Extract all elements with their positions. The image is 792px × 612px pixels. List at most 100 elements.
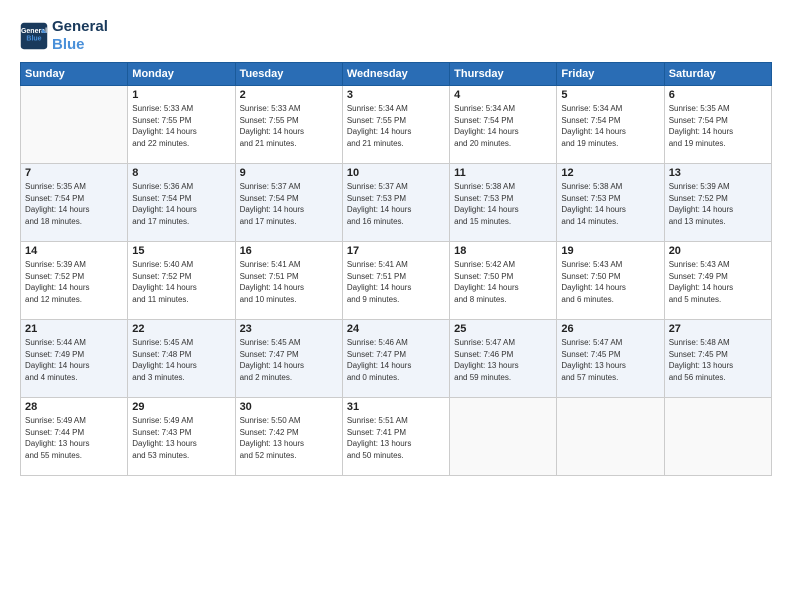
col-header-tuesday: Tuesday	[235, 63, 342, 86]
calendar-cell: 17 Sunrise: 5:41 AM Sunset: 7:51 PM Dayli…	[342, 242, 449, 320]
day-info: Sunrise: 5:50 AM Sunset: 7:42 PM Dayligh…	[240, 415, 338, 461]
day-info: Sunrise: 5:46 AM Sunset: 7:47 PM Dayligh…	[347, 337, 445, 383]
day-number: 14	[25, 245, 123, 257]
day-number: 26	[561, 323, 659, 335]
calendar-cell: 2 Sunrise: 5:33 AM Sunset: 7:55 PM Daylig…	[235, 86, 342, 164]
col-header-friday: Friday	[557, 63, 664, 86]
day-info: Sunrise: 5:41 AM Sunset: 7:51 PM Dayligh…	[240, 259, 338, 305]
calendar-cell: 5Sunrise: 5:34 AM Sunset: 7:54 PM Daylig…	[557, 86, 664, 164]
calendar-cell: 24Sunrise: 5:46 AM Sunset: 7:47 PM Dayli…	[342, 320, 449, 398]
day-info: Sunrise: 5:33 AM Sunset: 7:55 PM Dayligh…	[240, 103, 338, 149]
day-info: Sunrise: 5:47 AM Sunset: 7:45 PM Dayligh…	[561, 337, 659, 383]
week-row: 1 Sunrise: 5:33 AM Sunset: 7:55 PM Daylig…	[21, 86, 772, 164]
day-info: Sunrise: 5:51 AM Sunset: 7:41 PM Dayligh…	[347, 415, 445, 461]
day-number: 19	[561, 245, 659, 257]
day-info: Sunrise: 5:33 AM Sunset: 7:55 PM Dayligh…	[132, 103, 230, 149]
day-number: 18	[454, 245, 552, 257]
day-number: 16	[240, 245, 338, 257]
day-info: Sunrise: 5:39 AM Sunset: 7:52 PM Dayligh…	[25, 259, 123, 305]
calendar-cell: 16 Sunrise: 5:41 AM Sunset: 7:51 PM Dayli…	[235, 242, 342, 320]
day-number: 10	[347, 167, 445, 179]
calendar-body: 1 Sunrise: 5:33 AM Sunset: 7:55 PM Daylig…	[21, 86, 772, 476]
calendar-cell: 21 Sunrise: 5:44 AM Sunset: 7:49 PM Dayli…	[21, 320, 128, 398]
day-number: 27	[669, 323, 767, 335]
week-row: 14 Sunrise: 5:39 AM Sunset: 7:52 PM Dayli…	[21, 242, 772, 320]
day-info: Sunrise: 5:35 AM Sunset: 7:54 PM Dayligh…	[25, 181, 123, 227]
calendar-cell: 8 Sunrise: 5:36 AM Sunset: 7:54 PM Daylig…	[128, 164, 235, 242]
day-info: Sunrise: 5:45 AM Sunset: 7:48 PM Dayligh…	[132, 337, 230, 383]
calendar-cell: 9 Sunrise: 5:37 AM Sunset: 7:54 PM Daylig…	[235, 164, 342, 242]
calendar-cell: 13Sunrise: 5:39 AM Sunset: 7:52 PM Dayli…	[664, 164, 771, 242]
day-info: Sunrise: 5:34 AM Sunset: 7:54 PM Dayligh…	[454, 103, 552, 149]
calendar-cell: 19 Sunrise: 5:43 AM Sunset: 7:50 PM Dayli…	[557, 242, 664, 320]
calendar-cell: 6 Sunrise: 5:35 AM Sunset: 7:54 PM Daylig…	[664, 86, 771, 164]
week-row: 7Sunrise: 5:35 AM Sunset: 7:54 PM Daylig…	[21, 164, 772, 242]
day-number: 17	[347, 245, 445, 257]
day-info: Sunrise: 5:47 AM Sunset: 7:46 PM Dayligh…	[454, 337, 552, 383]
day-number: 6	[669, 89, 767, 101]
calendar-cell: 27 Sunrise: 5:48 AM Sunset: 7:45 PM Dayli…	[664, 320, 771, 398]
day-number: 22	[132, 323, 230, 335]
day-info: Sunrise: 5:40 AM Sunset: 7:52 PM Dayligh…	[132, 259, 230, 305]
calendar-cell	[21, 86, 128, 164]
calendar-cell	[557, 398, 664, 476]
calendar-cell: 15 Sunrise: 5:40 AM Sunset: 7:52 PM Dayli…	[128, 242, 235, 320]
col-header-thursday: Thursday	[450, 63, 557, 86]
calendar-cell: 3 Sunrise: 5:34 AM Sunset: 7:55 PM Daylig…	[342, 86, 449, 164]
calendar-cell: 11Sunrise: 5:38 AM Sunset: 7:53 PM Dayli…	[450, 164, 557, 242]
calendar-cell: 7Sunrise: 5:35 AM Sunset: 7:54 PM Daylig…	[21, 164, 128, 242]
day-number: 23	[240, 323, 338, 335]
day-info: Sunrise: 5:44 AM Sunset: 7:49 PM Dayligh…	[25, 337, 123, 383]
calendar-page: General Blue General Blue SundayMondayTu…	[0, 0, 792, 612]
col-header-wednesday: Wednesday	[342, 63, 449, 86]
day-info: Sunrise: 5:45 AM Sunset: 7:47 PM Dayligh…	[240, 337, 338, 383]
day-number: 31	[347, 401, 445, 413]
day-number: 3	[347, 89, 445, 101]
calendar-cell: 23 Sunrise: 5:45 AM Sunset: 7:47 PM Dayli…	[235, 320, 342, 398]
calendar-cell: 20Sunrise: 5:43 AM Sunset: 7:49 PM Dayli…	[664, 242, 771, 320]
logo-text-general: General	[52, 18, 108, 36]
day-info: Sunrise: 5:48 AM Sunset: 7:45 PM Dayligh…	[669, 337, 767, 383]
calendar-cell: 28Sunrise: 5:49 AM Sunset: 7:44 PM Dayli…	[21, 398, 128, 476]
day-number: 13	[669, 167, 767, 179]
day-number: 25	[454, 323, 552, 335]
day-info: Sunrise: 5:37 AM Sunset: 7:53 PM Dayligh…	[347, 181, 445, 227]
day-number: 2	[240, 89, 338, 101]
day-number: 29	[132, 401, 230, 413]
calendar-cell: 26 Sunrise: 5:47 AM Sunset: 7:45 PM Dayli…	[557, 320, 664, 398]
calendar-cell: 18Sunrise: 5:42 AM Sunset: 7:50 PM Dayli…	[450, 242, 557, 320]
col-header-sunday: Sunday	[21, 63, 128, 86]
calendar-header: SundayMondayTuesdayWednesdayThursdayFrid…	[21, 63, 772, 86]
day-info: Sunrise: 5:49 AM Sunset: 7:43 PM Dayligh…	[132, 415, 230, 461]
day-number: 12	[561, 167, 659, 179]
calendar-cell: 14 Sunrise: 5:39 AM Sunset: 7:52 PM Dayli…	[21, 242, 128, 320]
day-number: 8	[132, 167, 230, 179]
logo: General Blue General Blue	[20, 18, 108, 54]
calendar-cell: 10 Sunrise: 5:37 AM Sunset: 7:53 PM Dayli…	[342, 164, 449, 242]
day-number: 1	[132, 89, 230, 101]
day-info: Sunrise: 5:36 AM Sunset: 7:54 PM Dayligh…	[132, 181, 230, 227]
calendar-cell: 31 Sunrise: 5:51 AM Sunset: 7:41 PM Dayli…	[342, 398, 449, 476]
day-number: 4	[454, 89, 552, 101]
day-info: Sunrise: 5:41 AM Sunset: 7:51 PM Dayligh…	[347, 259, 445, 305]
week-row: 21 Sunrise: 5:44 AM Sunset: 7:49 PM Dayli…	[21, 320, 772, 398]
calendar-cell: 4 Sunrise: 5:34 AM Sunset: 7:54 PM Daylig…	[450, 86, 557, 164]
day-number: 11	[454, 167, 552, 179]
day-number: 15	[132, 245, 230, 257]
col-header-saturday: Saturday	[664, 63, 771, 86]
header: General Blue General Blue	[20, 18, 772, 54]
day-number: 5	[561, 89, 659, 101]
day-number: 9	[240, 167, 338, 179]
calendar-cell: 29 Sunrise: 5:49 AM Sunset: 7:43 PM Dayli…	[128, 398, 235, 476]
header-row: SundayMondayTuesdayWednesdayThursdayFrid…	[21, 63, 772, 86]
day-info: Sunrise: 5:38 AM Sunset: 7:53 PM Dayligh…	[561, 181, 659, 227]
day-info: Sunrise: 5:35 AM Sunset: 7:54 PM Dayligh…	[669, 103, 767, 149]
calendar-cell: 1 Sunrise: 5:33 AM Sunset: 7:55 PM Daylig…	[128, 86, 235, 164]
col-header-monday: Monday	[128, 63, 235, 86]
day-info: Sunrise: 5:43 AM Sunset: 7:50 PM Dayligh…	[561, 259, 659, 305]
day-info: Sunrise: 5:34 AM Sunset: 7:55 PM Dayligh…	[347, 103, 445, 149]
day-number: 21	[25, 323, 123, 335]
calendar-table: SundayMondayTuesdayWednesdayThursdayFrid…	[20, 62, 772, 476]
day-info: Sunrise: 5:37 AM Sunset: 7:54 PM Dayligh…	[240, 181, 338, 227]
day-number: 30	[240, 401, 338, 413]
